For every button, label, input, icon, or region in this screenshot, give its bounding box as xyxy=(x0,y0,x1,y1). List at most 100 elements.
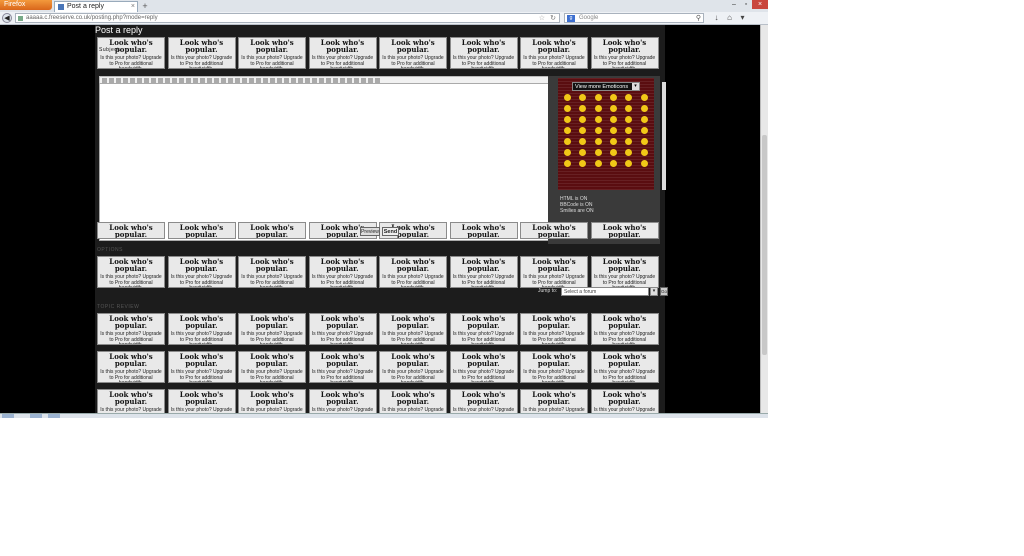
firefox-menu-button[interactable]: Firefox xyxy=(0,0,52,10)
photobucket-badge[interactable]: Look who's popular.Is this your photo? U… xyxy=(308,351,377,383)
photobucket-badge[interactable]: Look who's popular.Is this your photo? U… xyxy=(520,389,588,415)
maximize-button[interactable]: ▫ xyxy=(740,0,752,9)
photobucket-badge[interactable]: Look who's popular.Is this your photo? U… xyxy=(167,256,236,288)
photobucket-badge[interactable]: Look who's popular.Is this your photo? U… xyxy=(97,222,165,239)
smiley-icon[interactable] xyxy=(640,138,648,145)
smiley-icon[interactable] xyxy=(625,105,633,112)
emoticons-select[interactable]: View more Emoticons ▾ xyxy=(572,82,640,91)
photobucket-badge[interactable]: Look who's popular.Is this your photo? U… xyxy=(379,313,447,345)
back-button[interactable]: ◀ xyxy=(2,13,12,23)
photobucket-badge[interactable]: Look who's popular.Is this your photo? U… xyxy=(520,222,588,239)
photobucket-badge[interactable]: Look who's popular.Is this your photo? U… xyxy=(520,313,588,345)
downloads-icon[interactable]: ↓ xyxy=(712,13,721,22)
home-icon[interactable]: ⌂ xyxy=(725,13,734,22)
new-tab-button[interactable]: + xyxy=(140,1,150,11)
menu-icon[interactable]: ▾ xyxy=(738,13,747,22)
chevron-down-icon[interactable]: ▾ xyxy=(632,83,639,90)
photobucket-badge[interactable]: Look who's popular.Is this your photo? U… xyxy=(379,256,447,288)
photobucket-badge[interactable]: Look who's popular.Is this your photo? U… xyxy=(449,37,518,69)
taskbar-item[interactable] xyxy=(30,414,42,418)
photobucket-badge[interactable]: Look who's popular.Is this your photo? U… xyxy=(167,37,236,69)
photobucket-badge[interactable]: Look who's popular.Is this your photo? U… xyxy=(238,313,306,345)
photobucket-badge[interactable]: Look who's popular.Is this your photo? U… xyxy=(520,256,588,288)
smiley-icon[interactable] xyxy=(640,116,648,123)
photobucket-badge[interactable]: Look who's popular.Is this your photo? U… xyxy=(97,351,165,383)
smiley-icon[interactable] xyxy=(579,94,587,101)
smiley-icon[interactable] xyxy=(564,160,572,167)
search-icon[interactable]: ⚲ xyxy=(696,14,701,23)
scrollbar-thumb[interactable] xyxy=(762,135,767,355)
emoticons-scrollbar[interactable] xyxy=(662,82,666,190)
photobucket-badge[interactable]: Look who's popular.Is this your photo? U… xyxy=(590,351,659,383)
photobucket-badge[interactable]: Look who's popular.Is this your photo? U… xyxy=(167,351,236,383)
photobucket-badge[interactable]: Look who's popular.Is this your photo? U… xyxy=(449,351,518,383)
smiley-icon[interactable] xyxy=(640,160,648,167)
smiley-icon[interactable] xyxy=(564,127,572,134)
smiley-icon[interactable] xyxy=(610,116,618,123)
smiley-icon[interactable] xyxy=(579,105,587,112)
photobucket-badge[interactable]: Look who's popular.Is this your photo? U… xyxy=(97,389,165,415)
smiley-icon[interactable] xyxy=(610,94,618,101)
go-button[interactable]: Go xyxy=(660,287,668,296)
smiley-icon[interactable] xyxy=(625,138,633,145)
google-icon[interactable]: g xyxy=(567,15,575,22)
photobucket-badge[interactable]: Look who's popular.Is this your photo? U… xyxy=(449,256,518,288)
message-textarea[interactable] xyxy=(99,83,550,241)
photobucket-badge[interactable]: Look who's popular.Is this your photo? U… xyxy=(379,351,447,383)
photobucket-badge[interactable]: Look who's popular.Is this your photo? U… xyxy=(379,37,447,69)
photobucket-badge[interactable]: Look who's popular.Is this your photo? U… xyxy=(449,222,518,239)
photobucket-badge[interactable]: Look who's popular.Is this your photo? U… xyxy=(379,389,447,415)
smiley-icon[interactable] xyxy=(594,105,602,112)
photobucket-badge[interactable]: Look who's popular.Is this your photo? U… xyxy=(590,222,659,239)
search-input[interactable]: g Google ⚲ xyxy=(564,13,704,23)
smiley-icon[interactable] xyxy=(594,160,602,167)
smiley-icon[interactable] xyxy=(564,105,572,112)
photobucket-badge[interactable]: Look who's popular.Is this your photo? U… xyxy=(590,313,659,345)
tab-post-a-reply[interactable]: Post a reply × xyxy=(54,1,138,12)
photobucket-badge[interactable]: Look who's popular.Is this your photo? U… xyxy=(590,256,659,288)
site-identity-icon[interactable] xyxy=(18,16,23,21)
photobucket-badge[interactable]: Look who's popular.Is this your photo? U… xyxy=(238,37,306,69)
smiley-icon[interactable] xyxy=(610,149,618,156)
smiley-icon[interactable] xyxy=(564,94,572,101)
smiley-icon[interactable] xyxy=(594,138,602,145)
smiley-icon[interactable] xyxy=(579,149,587,156)
smiley-icon[interactable] xyxy=(579,116,587,123)
preview-button[interactable]: Preview xyxy=(360,227,380,236)
photobucket-badge[interactable]: Look who's popular.Is this your photo? U… xyxy=(238,222,306,239)
smiley-icon[interactable] xyxy=(625,149,633,156)
smiley-icon[interactable] xyxy=(564,138,572,145)
taskbar-item[interactable] xyxy=(48,414,60,418)
smiley-icon[interactable] xyxy=(594,116,602,123)
smiley-icon[interactable] xyxy=(594,127,602,134)
photobucket-badge[interactable]: Look who's popular.Is this your photo? U… xyxy=(308,389,377,415)
smiley-icon[interactable] xyxy=(625,116,633,123)
taskbar-item[interactable] xyxy=(2,414,14,418)
smiley-icon[interactable] xyxy=(610,105,618,112)
photobucket-badge[interactable]: Look who's popular.Is this your photo? U… xyxy=(238,256,306,288)
photobucket-badge[interactable]: Look who's popular.Is this your photo? U… xyxy=(238,389,306,415)
bookmark-star-icon[interactable]: ☆ xyxy=(539,14,545,23)
url-bar[interactable]: aaaaa.c.freeserve.co.uk/posting.php?mode… xyxy=(15,13,560,23)
close-window-button[interactable]: × xyxy=(752,0,768,9)
photobucket-badge[interactable]: Look who's popular.Is this your photo? U… xyxy=(590,37,659,69)
chevron-down-icon[interactable]: ▾ xyxy=(650,287,658,296)
smiley-icon[interactable] xyxy=(640,149,648,156)
smiley-icon[interactable] xyxy=(610,160,618,167)
photobucket-badge[interactable]: Look who's popular.Is this your photo? U… xyxy=(167,389,236,415)
smiley-icon[interactable] xyxy=(625,160,633,167)
photobucket-badge[interactable]: Look who's popular.Is this your photo? U… xyxy=(449,389,518,415)
photobucket-badge[interactable]: Look who's popular.Is this your photo? U… xyxy=(308,37,377,69)
smiley-icon[interactable] xyxy=(564,149,572,156)
photobucket-badge[interactable]: Look who's popular.Is this your photo? U… xyxy=(590,389,659,415)
reload-icon[interactable]: ↻ xyxy=(550,14,556,23)
photobucket-badge[interactable]: Look who's popular.Is this your photo? U… xyxy=(308,313,377,345)
smiley-icon[interactable] xyxy=(579,127,587,134)
photobucket-badge[interactable]: Look who's popular.Is this your photo? U… xyxy=(97,256,165,288)
smiley-icon[interactable] xyxy=(640,94,648,101)
photobucket-badge[interactable]: Look who's popular.Is this your photo? U… xyxy=(308,256,377,288)
smiley-icon[interactable] xyxy=(579,160,587,167)
smiley-icon[interactable] xyxy=(640,105,648,112)
smiley-icon[interactable] xyxy=(625,94,633,101)
smiley-icon[interactable] xyxy=(625,127,633,134)
